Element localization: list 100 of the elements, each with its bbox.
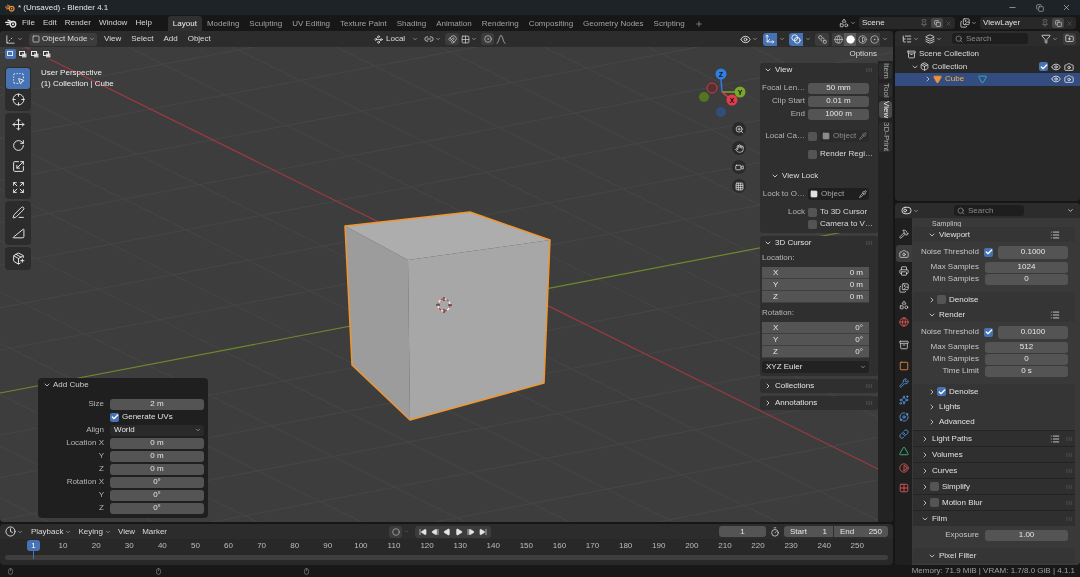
gizmo-toggle[interactable] bbox=[763, 32, 777, 46]
sidebar-tab[interactable]: 3D-Print bbox=[879, 122, 892, 152]
number-field[interactable]: 1000 m bbox=[808, 108, 869, 120]
number-field[interactable]: 0.0100 bbox=[998, 325, 1068, 339]
playback-button[interactable] bbox=[441, 525, 453, 538]
menu-item[interactable]: Help bbox=[135, 19, 152, 27]
orientation-dropdown[interactable]: Local bbox=[372, 32, 420, 46]
checkbox[interactable] bbox=[808, 219, 817, 229]
number-field[interactable]: 512 bbox=[985, 341, 1068, 353]
workspace-tab[interactable]: UV Editing bbox=[287, 16, 336, 31]
search-field[interactable]: Search bbox=[952, 33, 1028, 44]
dropdown-field[interactable]: World bbox=[110, 424, 204, 436]
menu-item[interactable]: Select bbox=[131, 35, 154, 43]
number-field[interactable]: 0° bbox=[110, 476, 204, 488]
panel-header[interactable]: Volumes bbox=[913, 446, 1075, 462]
panel-header[interactable]: Collections bbox=[760, 379, 878, 393]
visibility-dropdown[interactable] bbox=[740, 33, 758, 45]
panel-header[interactable]: Simplify bbox=[913, 478, 1075, 494]
snap-target-dropdown[interactable] bbox=[461, 34, 477, 44]
number-field[interactable]: Z 0 m bbox=[762, 291, 869, 303]
menu-dropdown[interactable]: Playback bbox=[31, 527, 72, 536]
number-field[interactable]: 0° bbox=[110, 502, 204, 514]
shading-mode-button[interactable] bbox=[844, 32, 856, 46]
number-field[interactable]: 0 s bbox=[985, 365, 1068, 377]
number-field[interactable]: Y 0 m bbox=[762, 279, 869, 291]
tool-button[interactable] bbox=[5, 247, 31, 270]
sidebar-tab[interactable]: Item bbox=[879, 63, 892, 79]
subpanel-header[interactable]: Pixel Filter bbox=[913, 548, 1075, 563]
menu-item[interactable]: Object bbox=[187, 35, 211, 43]
camera-view-button[interactable] bbox=[732, 160, 746, 174]
xray-toggle[interactable] bbox=[815, 32, 829, 46]
falloff-dropdown[interactable] bbox=[496, 34, 506, 44]
panel-header[interactable]: Add Cube bbox=[38, 378, 208, 392]
menu-dropdown[interactable]: Keying bbox=[78, 527, 111, 536]
checkbox[interactable] bbox=[937, 387, 946, 396]
menu-item[interactable]: File bbox=[22, 19, 35, 27]
number-field[interactable]: Y 0° bbox=[762, 334, 869, 346]
menu-item[interactable]: Add bbox=[163, 35, 178, 43]
new-collection-button[interactable] bbox=[1063, 32, 1076, 45]
checkbox[interactable] bbox=[110, 412, 119, 422]
editor-type-button[interactable] bbox=[901, 205, 919, 216]
number-field[interactable]: 0 m bbox=[110, 437, 204, 449]
filter-button[interactable] bbox=[1041, 33, 1058, 44]
pivot-dropdown[interactable] bbox=[424, 34, 441, 44]
properties-tab[interactable] bbox=[896, 245, 912, 262]
zoom-button[interactable] bbox=[732, 122, 746, 136]
number-field[interactable]: 0 m bbox=[110, 463, 204, 475]
workspace-tab[interactable]: Compositing bbox=[523, 16, 579, 31]
sidebar-tab[interactable]: View bbox=[879, 101, 892, 119]
view-layer-type-button[interactable] bbox=[960, 18, 977, 28]
options-dropdown[interactable]: Options bbox=[849, 50, 877, 58]
sidebar-tab[interactable]: Tool bbox=[879, 82, 892, 98]
subpanel-header[interactable]: Render bbox=[913, 307, 1075, 322]
workspace-tab[interactable]: Animation bbox=[431, 16, 477, 31]
object-field[interactable]: Object bbox=[808, 188, 869, 200]
scene-field[interactable]: Scene bbox=[859, 17, 955, 29]
menu-item[interactable]: View bbox=[117, 527, 136, 536]
panel-header[interactable]: Curves bbox=[913, 462, 1075, 478]
workspace-tab[interactable]: Shading bbox=[391, 16, 432, 31]
checkbox[interactable] bbox=[930, 498, 939, 507]
subpanel-header[interactable]: Lights bbox=[913, 399, 1075, 414]
panel-header[interactable]: Annotations bbox=[760, 396, 878, 410]
snap-toggle[interactable] bbox=[445, 33, 459, 45]
number-field[interactable]: X 0° bbox=[762, 322, 869, 334]
number-field[interactable]: 0.01 m bbox=[808, 95, 869, 107]
editor-type-button[interactable] bbox=[5, 526, 23, 537]
checkbox[interactable] bbox=[937, 295, 946, 304]
workspace-tab[interactable]: Scripting bbox=[648, 16, 690, 31]
panel-header[interactable]: Film bbox=[913, 510, 1075, 526]
timeline-scrollbar[interactable] bbox=[5, 555, 888, 560]
editor-type-button[interactable] bbox=[902, 33, 919, 44]
number-field[interactable]: 1.00 bbox=[985, 529, 1068, 541]
dropdown-field[interactable]: XYZ Euler bbox=[762, 361, 869, 373]
number-field[interactable]: 50 mm bbox=[808, 82, 869, 94]
number-field[interactable]: X 0 m bbox=[762, 267, 869, 279]
checkbox[interactable] bbox=[930, 482, 939, 491]
mode-dropdown[interactable]: Object Mode bbox=[29, 32, 97, 46]
start-frame-field[interactable]: Start 1 bbox=[784, 526, 833, 537]
menu-item[interactable]: Edit bbox=[42, 19, 57, 27]
workspace-tab[interactable]: Geometry Nodes bbox=[578, 16, 649, 31]
number-field[interactable]: 0.1000 bbox=[998, 245, 1068, 259]
workspace-tab[interactable]: Sculpting bbox=[244, 16, 288, 31]
select-mode-button[interactable] bbox=[29, 49, 40, 59]
number-field[interactable]: Z 0° bbox=[762, 346, 869, 358]
workspace-tab[interactable]: Texture Paint bbox=[335, 16, 392, 31]
subpanel-header[interactable]: Viewport bbox=[913, 227, 1075, 242]
number-field[interactable]: 0 bbox=[985, 353, 1068, 365]
menu-item[interactable]: Render bbox=[64, 19, 91, 27]
outliner-item[interactable]: Collection bbox=[895, 60, 1080, 73]
panel-header[interactable]: 3D Cursor bbox=[760, 236, 878, 250]
subpanel-header[interactable]: Denoise bbox=[913, 292, 1075, 307]
checkbox[interactable] bbox=[984, 247, 993, 257]
number-field[interactable]: 0 m bbox=[110, 450, 204, 462]
perspective-button[interactable] bbox=[732, 179, 746, 193]
search-field[interactable]: Search bbox=[954, 205, 1024, 216]
axis-handle[interactable] bbox=[706, 82, 718, 94]
workspace-tab[interactable]: Modeling bbox=[201, 16, 245, 31]
menu-item[interactable]: Marker bbox=[142, 527, 168, 536]
outliner-item[interactable]: Scene Collection bbox=[895, 48, 1080, 61]
subpanel-header[interactable]: Denoise bbox=[913, 384, 1075, 399]
